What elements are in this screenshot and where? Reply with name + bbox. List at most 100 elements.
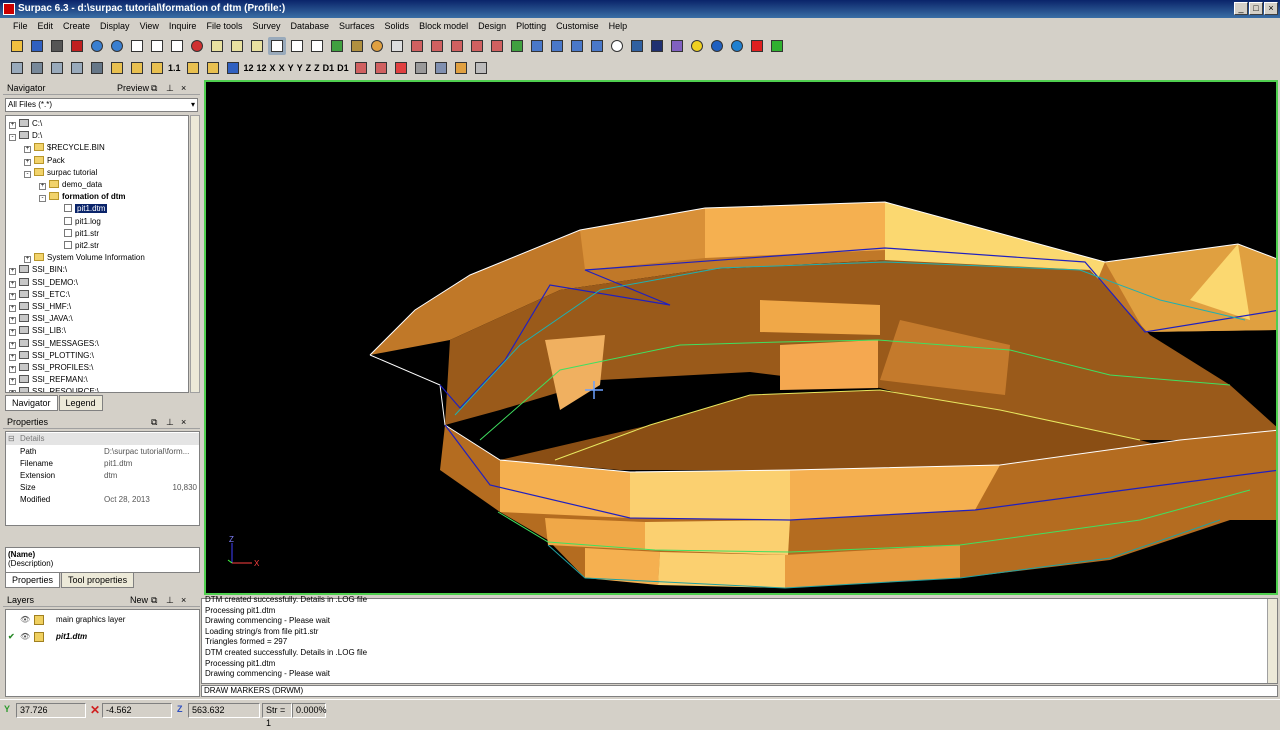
expand-icon[interactable]: + xyxy=(9,366,16,373)
float-icon[interactable]: ⧉ xyxy=(151,81,157,95)
new-layer-button[interactable]: New xyxy=(130,593,148,607)
tree-node[interactable]: + demo_data xyxy=(39,179,102,191)
toolbar-label-d1b[interactable]: D1 xyxy=(337,63,349,73)
tree-node[interactable]: + SSI_DEMO:\ xyxy=(9,277,78,289)
float-icon[interactable]: ⧉ xyxy=(151,593,157,607)
tree-scrollbar[interactable] xyxy=(190,115,200,393)
snap-icon-3[interactable] xyxy=(148,59,166,77)
undo-icon[interactable] xyxy=(88,37,106,55)
menu-survey[interactable]: Survey xyxy=(247,21,285,31)
redo-icon[interactable] xyxy=(108,37,126,55)
record-icon[interactable] xyxy=(748,37,766,55)
expand-icon[interactable]: + xyxy=(9,390,16,392)
expand-icon[interactable]: + xyxy=(9,122,16,129)
line-icon[interactable] xyxy=(428,37,446,55)
globe-icon[interactable] xyxy=(708,37,726,55)
menu-help[interactable]: Help xyxy=(604,21,633,31)
lock-icon[interactable] xyxy=(34,632,44,642)
expand-icon[interactable]: + xyxy=(9,341,16,349)
expand-icon[interactable]: + xyxy=(9,305,16,312)
tree-node[interactable]: + SSI_PROFILES:\ xyxy=(9,362,93,374)
menu-solids[interactable]: Solids xyxy=(380,21,415,31)
tree-node[interactable]: + SSI_HMF:\ xyxy=(9,301,71,313)
tab-legend[interactable]: Legend xyxy=(58,395,103,411)
triangle-icon-2[interactable] xyxy=(412,59,430,77)
string-icon[interactable] xyxy=(408,37,426,55)
eye-icon[interactable]: 👁 xyxy=(20,613,30,627)
tree-node[interactable]: pit2.str xyxy=(54,240,99,252)
grid-view-icon-2[interactable] xyxy=(28,59,46,77)
expand-icon[interactable]: + xyxy=(9,378,16,386)
menu-plotting[interactable]: Plotting xyxy=(511,21,551,31)
tree-node[interactable]: pit1.dtm xyxy=(54,203,108,215)
line-tool-icon[interactable] xyxy=(352,59,370,77)
rotate-icon[interactable] xyxy=(188,37,206,55)
zoom-out-icon[interactable] xyxy=(148,37,166,55)
eye-icon[interactable]: 👁 xyxy=(20,630,30,644)
pin-icon[interactable]: ⊥ xyxy=(166,81,174,95)
minimize-button[interactable]: _ xyxy=(1234,2,1248,15)
block-icon-2[interactable] xyxy=(548,37,566,55)
close-panel-icon[interactable]: × xyxy=(181,415,186,429)
expand-icon[interactable]: + xyxy=(9,292,16,300)
axis-icon-3[interactable] xyxy=(248,37,266,55)
tree-node[interactable]: - surpac tutorial xyxy=(24,167,97,179)
expand-icon[interactable]: + xyxy=(24,256,31,264)
preview-tab[interactable]: Preview xyxy=(117,81,149,95)
tree-node[interactable]: + SSI_ETC:\ xyxy=(9,289,70,301)
block-icon-3[interactable] xyxy=(568,37,586,55)
tree-node[interactable]: + SSI_LIB:\ xyxy=(9,325,66,337)
expand-icon[interactable]: + xyxy=(24,158,31,166)
toolbar-label-1-1[interactable]: 1.1 xyxy=(168,63,181,73)
lock-icon[interactable] xyxy=(34,615,44,625)
close-tool-icon[interactable] xyxy=(472,59,490,77)
tree-node[interactable]: + SSI_PLOTTING:\ xyxy=(9,350,94,362)
segment-icon[interactable] xyxy=(388,37,406,55)
line-icon-5[interactable] xyxy=(508,37,526,55)
menu-display[interactable]: Display xyxy=(95,21,135,31)
menu-block-model[interactable]: Block model xyxy=(414,21,473,31)
toolbar-label-yb[interactable]: Y xyxy=(297,63,303,73)
tree-node[interactable]: pit1.log xyxy=(54,216,101,228)
tab-properties[interactable]: Properties xyxy=(5,572,61,588)
menu-inquire[interactable]: Inquire xyxy=(164,21,202,31)
tree-node[interactable]: + C:\ xyxy=(9,118,42,130)
collapse-icon[interactable]: - xyxy=(24,170,31,178)
grid-icon[interactable] xyxy=(648,37,666,55)
point-icon[interactable] xyxy=(368,37,386,55)
float-icon[interactable]: ⧉ xyxy=(151,415,157,429)
collapse-icon[interactable]: - xyxy=(39,195,46,203)
globe-icon-2[interactable] xyxy=(728,37,746,55)
file-filter-select[interactable]: All Files (*.*) ▾ xyxy=(5,98,198,112)
tree-node[interactable]: + SSI_BIN:\ xyxy=(9,264,67,276)
menu-design[interactable]: Design xyxy=(473,21,511,31)
menu-create[interactable]: Create xyxy=(58,21,95,31)
monitor-small-icon[interactable] xyxy=(88,59,106,77)
block-icon-4[interactable] xyxy=(588,37,606,55)
tree-node[interactable]: + SSI_RESOURCE:\ xyxy=(9,386,99,392)
edit-icon[interactable] xyxy=(348,37,366,55)
block-icon[interactable] xyxy=(528,37,546,55)
snap-icon-5[interactable] xyxy=(204,59,222,77)
app-icon[interactable] xyxy=(3,3,15,15)
expand-icon[interactable]: + xyxy=(9,329,16,337)
collapse-icon[interactable]: - xyxy=(9,134,16,142)
menu-file[interactable]: File xyxy=(8,21,33,31)
snap-icon[interactable] xyxy=(108,59,126,77)
menu-edit[interactable]: Edit xyxy=(33,21,59,31)
grid-view-icon-3[interactable] xyxy=(48,59,66,77)
pencil-icon[interactable] xyxy=(668,37,686,55)
tree-node[interactable]: + $RECYCLE.BIN xyxy=(24,142,105,154)
toolbar-label-zb[interactable]: Z xyxy=(314,63,320,73)
monitor-icon[interactable] xyxy=(628,37,646,55)
menu-view[interactable]: View xyxy=(135,21,164,31)
tab-navigator[interactable]: Navigator xyxy=(5,395,58,411)
line-icon-4[interactable] xyxy=(488,37,506,55)
toolbar-label-12a[interactable]: 12 xyxy=(244,63,254,73)
select-box-icon[interactable] xyxy=(308,37,326,55)
line-icon-3[interactable] xyxy=(468,37,486,55)
triangle-icon[interactable] xyxy=(392,59,410,77)
grid-view-icon[interactable] xyxy=(8,59,26,77)
tree-node[interactable]: pit1.str xyxy=(54,228,99,240)
solid-icon[interactable] xyxy=(432,59,450,77)
